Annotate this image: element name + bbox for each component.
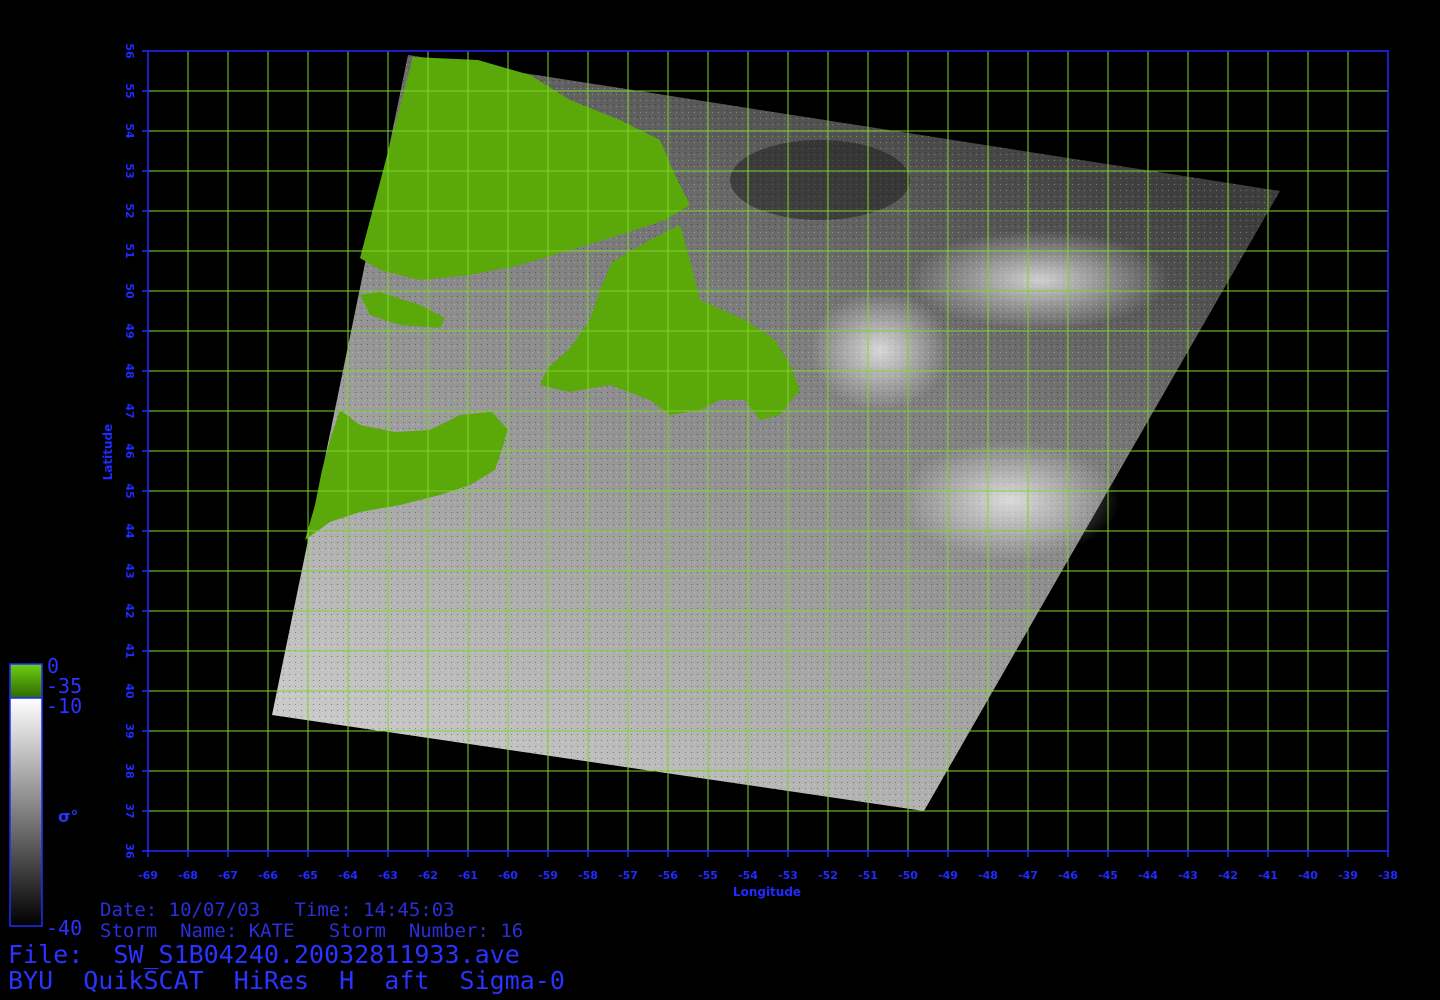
colorbar-sea-segment — [9, 697, 43, 927]
lat-tick-label: 45 — [123, 483, 136, 498]
lat-tick-label: 44 — [123, 523, 136, 539]
lon-tick-label: -58 — [578, 869, 598, 882]
lat-tick-label: 53 — [123, 163, 136, 178]
lon-tick-label: -48 — [978, 869, 998, 882]
lon-tick-label: -44 — [1138, 869, 1158, 882]
lat-tick-label: 40 — [123, 683, 136, 699]
lon-tick-label: -67 — [218, 869, 238, 882]
lat-tick-label: 43 — [123, 563, 136, 578]
lon-tick-label: -61 — [458, 869, 478, 882]
lon-tick-label: -53 — [778, 869, 798, 882]
latitude-tick-labels: 56 55 54 53 52 51 50 49 48 47 46 45 44 43 42 41 40 39 38 37… — [123, 43, 148, 859]
x-axis-title: Longitude — [733, 885, 801, 899]
bright-region — [910, 230, 1170, 330]
lon-tick-label: -47 — [1018, 869, 1038, 882]
longitude-tick-labels: -69 -68 -67 -66 -65 -64 -63 -62 -61 -60 -59 -58 -57 -… — [138, 851, 1398, 882]
lon-tick-label: -54 — [738, 869, 758, 882]
map-plot: -69 -68 -67 -66 -65 -64 -63 -62 -61 -60 -59 -58 -57 -… — [9, 43, 1398, 927]
lon-tick-label: -55 — [698, 869, 718, 882]
lon-tick-label: -49 — [938, 869, 958, 882]
lat-tick-label: 55 — [123, 83, 136, 98]
lat-tick-label: 51 — [123, 243, 136, 258]
lon-tick-label: -40 — [1298, 869, 1318, 882]
lon-tick-label: -39 — [1338, 869, 1358, 882]
colorbar-label-minus10: -10 — [46, 694, 83, 718]
lon-tick-label: -62 — [418, 869, 438, 882]
lat-tick-label: 42 — [123, 603, 136, 618]
lon-tick-label: -66 — [258, 869, 278, 882]
bright-region — [810, 290, 950, 410]
colorbar-label-minus35: -35 — [46, 674, 83, 698]
lat-tick-label: 48 — [123, 363, 136, 378]
lon-tick-label: -45 — [1098, 869, 1118, 882]
lon-tick-label: -59 — [538, 869, 558, 882]
bright-region — [900, 440, 1120, 560]
lon-tick-label: -60 — [498, 869, 518, 882]
lon-tick-label: -50 — [898, 869, 918, 882]
colorbar-land-segment — [9, 663, 43, 699]
lat-tick-label: 39 — [123, 723, 136, 738]
lon-tick-label: -64 — [338, 869, 358, 882]
lon-tick-label: -65 — [298, 869, 318, 882]
lat-tick-label: 54 — [123, 123, 136, 139]
lon-tick-label: -43 — [1178, 869, 1198, 882]
lon-tick-label: -46 — [1058, 869, 1078, 882]
lat-tick-label: 49 — [123, 323, 136, 338]
lat-tick-label: 41 — [123, 643, 136, 658]
date-time-line: Date: 10/07/03 Time: 14:45:03 — [100, 899, 455, 921]
lat-tick-label: 47 — [123, 403, 136, 418]
lon-tick-label: -41 — [1258, 869, 1278, 882]
lat-tick-label: 52 — [123, 203, 136, 218]
y-axis-title: Latitude — [101, 424, 115, 481]
file-name-line: File: SW_S1B04240.20032811933.ave — [8, 940, 520, 969]
lon-tick-label: -52 — [818, 869, 838, 882]
lat-tick-label: 46 — [123, 443, 136, 459]
lat-tick-label: 50 — [123, 283, 136, 299]
lat-lon-grid — [148, 51, 1388, 851]
lon-tick-label: -56 — [658, 869, 678, 882]
storm-info-line: Storm Name: KATE Storm Number: 16 — [100, 920, 524, 942]
colorbar-symbol: σ° — [58, 807, 78, 826]
colorbar-label-0: 0 — [47, 654, 60, 678]
lon-tick-label: -69 — [138, 869, 158, 882]
lat-tick-label: 38 — [123, 763, 136, 778]
lon-tick-label: -68 — [178, 869, 198, 882]
lon-tick-label: -51 — [858, 869, 878, 882]
product-title-line: BYU QuikSCAT HiRes H aft Sigma-0 — [8, 966, 565, 995]
lat-tick-label: 37 — [123, 803, 136, 818]
lon-tick-label: -57 — [618, 869, 638, 882]
lon-tick-label: -42 — [1218, 869, 1238, 882]
lat-tick-label: 36 — [123, 843, 136, 859]
lon-tick-label: -63 — [378, 869, 398, 882]
lat-tick-label: 56 — [123, 43, 136, 59]
colorbar-label-minus40: -40 — [46, 916, 83, 940]
lon-tick-label: -38 — [1378, 869, 1398, 882]
dark-region — [730, 140, 910, 220]
